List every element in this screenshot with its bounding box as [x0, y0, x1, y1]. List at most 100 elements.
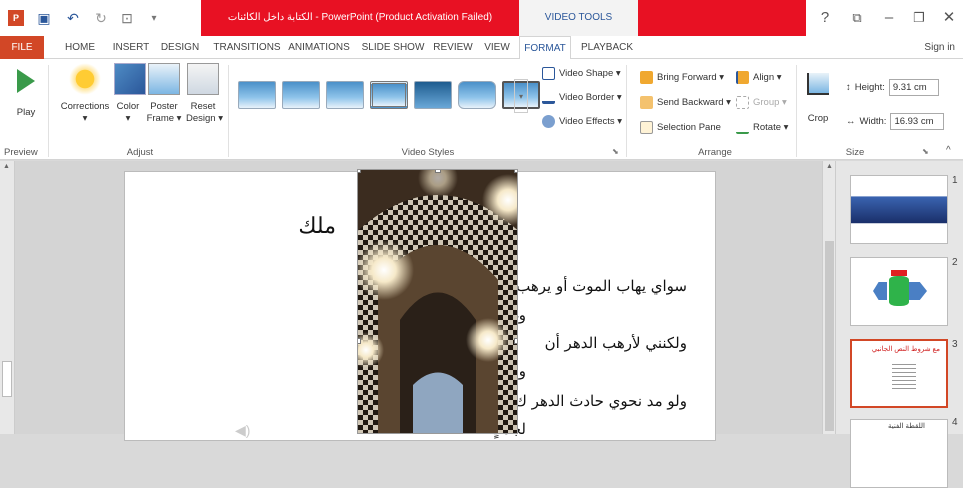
- start-from-beginning-icon[interactable]: ⊡: [118, 9, 136, 27]
- scroll-up-icon[interactable]: ▲: [3, 163, 10, 170]
- video-style-swatch[interactable]: [414, 81, 452, 109]
- ribbon-display-options-icon[interactable]: ⧉: [842, 6, 872, 30]
- sign-in-link[interactable]: Sign in: [924, 36, 955, 59]
- video-frame[interactable]: [357, 169, 518, 434]
- size-dialog-launcher-icon[interactable]: ⬊: [922, 147, 929, 156]
- minimize-icon[interactable]: –: [874, 6, 904, 30]
- video-border-button[interactable]: Video Border ▾: [542, 91, 622, 104]
- bring-forward-label: Bring Forward ▾: [657, 72, 725, 83]
- video-style-swatch[interactable]: [282, 81, 320, 109]
- resize-handle[interactable]: [358, 338, 361, 344]
- close-icon[interactable]: ✕: [934, 6, 963, 30]
- slide-number: 4: [952, 417, 958, 428]
- play-button[interactable]: Play: [6, 63, 46, 119]
- sun-icon: [69, 63, 101, 95]
- tab-playback[interactable]: PLAYBACK: [580, 36, 634, 59]
- bring-forward-button[interactable]: Bring Forward ▾: [640, 71, 724, 84]
- arrow-shape: [873, 282, 887, 300]
- send-backward-button[interactable]: Send Backward ▾: [640, 96, 731, 109]
- scroll-up-icon[interactable]: ▲: [826, 163, 833, 170]
- tab-view[interactable]: VIEW: [480, 36, 514, 59]
- dropdown-arrow-icon: ▾: [82, 113, 88, 124]
- align-label: Align ▾: [753, 72, 782, 83]
- video-style-swatch[interactable]: [326, 81, 364, 109]
- selection-pane-button[interactable]: Selection Pane: [640, 121, 721, 134]
- resize-handle[interactable]: [514, 338, 517, 344]
- thumb-title: اللقطة الفنية: [888, 423, 925, 430]
- group-separator: [228, 65, 229, 157]
- slide-pane-scrollbar[interactable]: ▲: [822, 161, 836, 434]
- save-icon[interactable]: ▣: [35, 9, 53, 27]
- tab-animations[interactable]: ANIMATIONS: [286, 36, 352, 59]
- scroll-thumb[interactable]: [825, 241, 834, 431]
- video-shape-button[interactable]: Video Shape ▾: [542, 67, 621, 80]
- video-style-swatch[interactable]: [238, 81, 276, 109]
- crop-button[interactable]: Crop: [804, 63, 832, 125]
- pencil-icon: [542, 91, 555, 104]
- restore-icon[interactable]: ❐: [904, 6, 934, 30]
- tab-review[interactable]: REVIEW: [432, 36, 474, 59]
- align-button[interactable]: Align ▾: [736, 71, 782, 84]
- verse-line[interactable]: ولو مد نحوي حادث الدهر ك: [515, 392, 687, 410]
- rotate-button[interactable]: Rotate ▾: [736, 121, 788, 134]
- group-label: Group ▾: [753, 97, 787, 108]
- bring-forward-icon: [640, 71, 653, 84]
- poster-frame-icon: [148, 63, 180, 95]
- reset-design-button[interactable]: Reset Design ▾: [186, 63, 223, 125]
- size-group-label: Size: [845, 147, 865, 158]
- tab-transitions[interactable]: TRANSITIONS: [212, 36, 282, 59]
- video-effects-icon: [542, 115, 555, 128]
- customize-qat-icon[interactable]: ▾: [145, 9, 163, 27]
- tab-slide-show[interactable]: SLIDE SHOW: [360, 36, 426, 59]
- tab-home[interactable]: HOME: [58, 36, 102, 59]
- slide-thumbnail[interactable]: [850, 175, 948, 244]
- width-icon: ↔: [846, 116, 856, 127]
- tab-insert[interactable]: INSERT: [108, 36, 154, 59]
- dropdown-arrow-icon: ▾: [125, 113, 131, 124]
- poster-frame-label: Poster Frame ▾: [146, 101, 182, 124]
- arrange-group-label: Arrange: [698, 147, 732, 158]
- help-icon[interactable]: ?: [810, 6, 840, 30]
- height-input[interactable]: 9.31 cm: [888, 79, 939, 96]
- slide-thumbnail[interactable]: [850, 257, 948, 326]
- editor-scrollbar[interactable]: ▲: [0, 161, 15, 434]
- group-button[interactable]: Group ▾: [736, 96, 787, 109]
- selection-pane-icon: [640, 121, 653, 134]
- play-label: Play: [16, 107, 36, 118]
- undo-icon[interactable]: ↶: [64, 9, 82, 27]
- verse-line[interactable]: ولكنني لأرهب الدهر أن: [545, 334, 687, 352]
- poster-frame-button[interactable]: Poster Frame ▾: [146, 63, 182, 125]
- corrections-button[interactable]: Corrections ▾: [60, 63, 110, 125]
- redo-icon[interactable]: ↻: [92, 9, 110, 27]
- tab-format[interactable]: FORMAT: [519, 36, 571, 60]
- resize-handle[interactable]: [435, 170, 441, 173]
- resize-handle[interactable]: [514, 170, 517, 173]
- width-label: Width:: [859, 116, 887, 127]
- slide-title-fragment[interactable]: ملك: [298, 214, 336, 239]
- video-style-swatch[interactable]: [458, 81, 496, 109]
- dialog-launcher-icon[interactable]: ⬊: [612, 147, 619, 156]
- title-background-right: [638, 0, 806, 36]
- width-input[interactable]: 16.93 cm: [890, 113, 945, 130]
- slide-thumbnails-pane: 1 2 مع شروط النص الجانبي 3 اللقطة الفنية…: [836, 161, 963, 488]
- video-border-label: Video Border ▾: [559, 92, 622, 103]
- color-button[interactable]: Color ▾: [114, 63, 146, 125]
- height-control: ↕ Height: 9.31 cm: [846, 79, 939, 96]
- tab-file[interactable]: FILE: [0, 36, 44, 59]
- verse-line[interactable]: سواي يهاب الموت أو يرهب: [516, 277, 687, 295]
- slide-thumbnail[interactable]: مع شروط النص الجانبي: [850, 339, 948, 408]
- tab-design[interactable]: DESIGN: [158, 36, 202, 59]
- reset-design-label: Reset Design ▾: [186, 101, 223, 124]
- video-effects-button[interactable]: Video Effects ▾: [542, 115, 622, 128]
- video-tools-label: VIDEO TOOLS: [519, 0, 638, 36]
- video-style-swatch[interactable]: [370, 81, 408, 109]
- collapse-ribbon-icon[interactable]: ^: [946, 145, 951, 156]
- styles-more-button[interactable]: ▾: [514, 79, 528, 113]
- ribbon-tabs: FILE HOME INSERT DESIGN TRANSITIONS ANIM…: [0, 36, 963, 60]
- resize-handle[interactable]: [358, 170, 361, 173]
- rotate-icon: [736, 121, 749, 134]
- rotate-label: Rotate ▾: [753, 122, 789, 133]
- send-backward-label: Send Backward ▾: [657, 97, 731, 108]
- scroll-thumb[interactable]: [2, 361, 12, 397]
- slide-thumbnail[interactable]: اللقطة الفنية: [850, 419, 948, 488]
